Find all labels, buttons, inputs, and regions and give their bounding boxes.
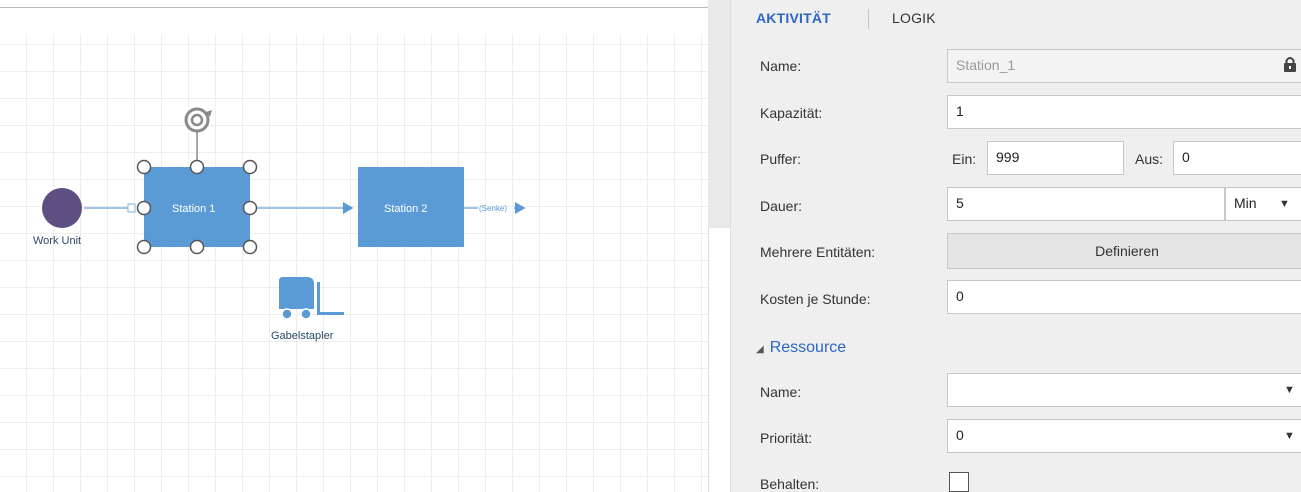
duration-input[interactable]: 5: [947, 187, 1225, 221]
chevron-down-icon: ▼: [1284, 430, 1295, 442]
buffer-label: Puffer:: [760, 151, 801, 167]
connector-port[interactable]: [127, 203, 136, 213]
resource-name-label: Name:: [760, 384, 802, 400]
tab-separator: [868, 9, 869, 29]
keep-checkbox[interactable]: [949, 472, 969, 492]
cost-input[interactable]: 0: [947, 280, 1301, 314]
buffer-in-label: Ein:: [952, 151, 977, 167]
duration-unit-select[interactable]: Min ▼: [1225, 187, 1301, 221]
buffer-in-input[interactable]: 999: [987, 141, 1124, 175]
tab-activity[interactable]: AKTIVITÄT: [756, 10, 831, 26]
name-value: Station_1: [956, 57, 1016, 73]
priority-value: 0: [956, 427, 964, 443]
capacity-label: Kapazität:: [760, 105, 823, 121]
buffer-out-input[interactable]: 0: [1173, 141, 1301, 175]
work-unit-caption: Work Unit: [33, 235, 81, 247]
capacity-input[interactable]: 1: [947, 95, 1301, 129]
canvas-scrollbar-thumb[interactable]: [708, 228, 730, 492]
duration-label: Dauer:: [760, 198, 803, 214]
resource-section-header[interactable]: ◢ Ressource: [756, 339, 846, 357]
collapse-triangle-icon: ◢: [756, 344, 764, 355]
station-1-label: Station 1: [172, 203, 215, 215]
define-button[interactable]: Definieren: [947, 233, 1301, 269]
tab-logic[interactable]: LOGIK: [892, 10, 936, 26]
priority-select[interactable]: 0 ▼: [947, 419, 1301, 453]
process-canvas[interactable]: Work Unit Station 1 Station 2 (Senke) Ga…: [0, 0, 708, 492]
duration-unit-value: Min: [1234, 195, 1257, 211]
keep-label: Behalten:: [760, 476, 820, 492]
forklift-caption: Gabelstapler: [271, 330, 334, 342]
sink-label[interactable]: (Senke): [479, 204, 507, 213]
chevron-down-icon: ▼: [1284, 384, 1295, 396]
multi-entities-label: Mehrere Entitäten:: [760, 244, 876, 260]
properties-panel: AKTIVITÄT LOGIK Name: Station_1 Kapazitä…: [730, 0, 1301, 492]
cost-label: Kosten je Stunde:: [760, 291, 871, 307]
station-2-label: Station 2: [384, 203, 427, 215]
buffer-out-label: Aus:: [1135, 151, 1164, 167]
name-label: Name:: [760, 58, 802, 74]
resource-section-title: Ressource: [769, 339, 847, 356]
resource-name-select[interactable]: ▼: [947, 373, 1301, 407]
canvas-grid: Work Unit Station 1 Station 2 (Senke) Ga…: [0, 34, 708, 492]
name-field: Station_1: [947, 49, 1301, 83]
work-unit-node[interactable]: [42, 188, 82, 228]
lock-icon: [1284, 57, 1296, 72]
chevron-down-icon: ▼: [1279, 198, 1290, 210]
priority-label: Priorität:: [760, 430, 813, 446]
